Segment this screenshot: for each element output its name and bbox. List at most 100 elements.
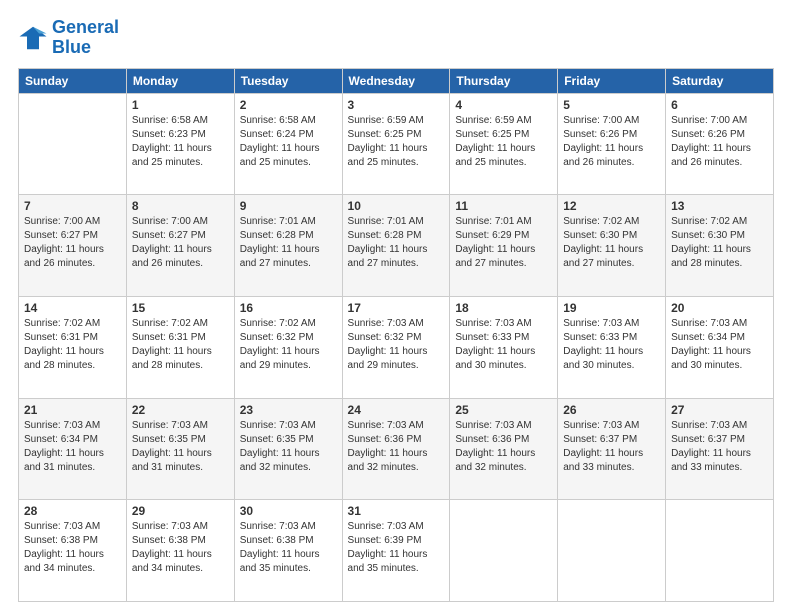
day-number: 6 bbox=[671, 98, 768, 112]
day-cell: 7 Sunrise: 7:00 AMSunset: 6:27 PMDayligh… bbox=[19, 195, 127, 297]
day-info: Sunrise: 7:03 AMSunset: 6:38 PMDaylight:… bbox=[24, 520, 121, 576]
day-number: 13 bbox=[671, 199, 768, 213]
day-cell: 26 Sunrise: 7:03 AMSunset: 6:37 PMDaylig… bbox=[558, 398, 666, 500]
day-info: Sunrise: 7:03 AMSunset: 6:35 PMDaylight:… bbox=[132, 419, 229, 475]
day-info: Sunrise: 6:58 AMSunset: 6:24 PMDaylight:… bbox=[240, 114, 337, 170]
day-cell: 24 Sunrise: 7:03 AMSunset: 6:36 PMDaylig… bbox=[342, 398, 450, 500]
day-cell: 23 Sunrise: 7:03 AMSunset: 6:35 PMDaylig… bbox=[234, 398, 342, 500]
day-info: Sunrise: 7:03 AMSunset: 6:34 PMDaylight:… bbox=[671, 317, 768, 373]
calendar-header-row: SundayMondayTuesdayWednesdayThursdayFrid… bbox=[19, 68, 774, 93]
week-row-3: 14 Sunrise: 7:02 AMSunset: 6:31 PMDaylig… bbox=[19, 296, 774, 398]
week-row-4: 21 Sunrise: 7:03 AMSunset: 6:34 PMDaylig… bbox=[19, 398, 774, 500]
day-number: 1 bbox=[132, 98, 229, 112]
day-number: 11 bbox=[455, 199, 552, 213]
day-info: Sunrise: 6:59 AMSunset: 6:25 PMDaylight:… bbox=[455, 114, 552, 170]
day-number: 12 bbox=[563, 199, 660, 213]
day-number: 9 bbox=[240, 199, 337, 213]
day-cell: 9 Sunrise: 7:01 AMSunset: 6:28 PMDayligh… bbox=[234, 195, 342, 297]
day-info: Sunrise: 7:02 AMSunset: 6:31 PMDaylight:… bbox=[132, 317, 229, 373]
day-number: 19 bbox=[563, 301, 660, 315]
day-cell: 19 Sunrise: 7:03 AMSunset: 6:33 PMDaylig… bbox=[558, 296, 666, 398]
day-info: Sunrise: 7:00 AMSunset: 6:27 PMDaylight:… bbox=[132, 215, 229, 271]
logo-text: GeneralBlue bbox=[52, 18, 119, 58]
day-number: 18 bbox=[455, 301, 552, 315]
day-number: 21 bbox=[24, 403, 121, 417]
day-info: Sunrise: 7:03 AMSunset: 6:33 PMDaylight:… bbox=[455, 317, 552, 373]
day-info: Sunrise: 7:01 AMSunset: 6:28 PMDaylight:… bbox=[240, 215, 337, 271]
day-number: 25 bbox=[455, 403, 552, 417]
day-cell: 11 Sunrise: 7:01 AMSunset: 6:29 PMDaylig… bbox=[450, 195, 558, 297]
week-row-1: 1 Sunrise: 6:58 AMSunset: 6:23 PMDayligh… bbox=[19, 93, 774, 195]
day-info: Sunrise: 7:02 AMSunset: 6:32 PMDaylight:… bbox=[240, 317, 337, 373]
day-cell: 3 Sunrise: 6:59 AMSunset: 6:25 PMDayligh… bbox=[342, 93, 450, 195]
day-number: 30 bbox=[240, 504, 337, 518]
calendar-table: SundayMondayTuesdayWednesdayThursdayFrid… bbox=[18, 68, 774, 602]
day-cell: 20 Sunrise: 7:03 AMSunset: 6:34 PMDaylig… bbox=[666, 296, 774, 398]
day-number: 7 bbox=[24, 199, 121, 213]
header-tuesday: Tuesday bbox=[234, 68, 342, 93]
day-info: Sunrise: 7:03 AMSunset: 6:32 PMDaylight:… bbox=[348, 317, 445, 373]
day-number: 29 bbox=[132, 504, 229, 518]
day-cell: 18 Sunrise: 7:03 AMSunset: 6:33 PMDaylig… bbox=[450, 296, 558, 398]
day-number: 3 bbox=[348, 98, 445, 112]
day-number: 23 bbox=[240, 403, 337, 417]
day-info: Sunrise: 7:03 AMSunset: 6:36 PMDaylight:… bbox=[348, 419, 445, 475]
day-info: Sunrise: 7:03 AMSunset: 6:33 PMDaylight:… bbox=[563, 317, 660, 373]
header: GeneralBlue bbox=[18, 18, 774, 58]
day-cell bbox=[19, 93, 127, 195]
day-number: 16 bbox=[240, 301, 337, 315]
day-cell bbox=[450, 500, 558, 602]
day-number: 2 bbox=[240, 98, 337, 112]
day-info: Sunrise: 7:01 AMSunset: 6:29 PMDaylight:… bbox=[455, 215, 552, 271]
day-info: Sunrise: 7:00 AMSunset: 6:27 PMDaylight:… bbox=[24, 215, 121, 271]
day-cell: 17 Sunrise: 7:03 AMSunset: 6:32 PMDaylig… bbox=[342, 296, 450, 398]
day-cell: 1 Sunrise: 6:58 AMSunset: 6:23 PMDayligh… bbox=[126, 93, 234, 195]
day-cell: 31 Sunrise: 7:03 AMSunset: 6:39 PMDaylig… bbox=[342, 500, 450, 602]
day-number: 10 bbox=[348, 199, 445, 213]
day-cell: 25 Sunrise: 7:03 AMSunset: 6:36 PMDaylig… bbox=[450, 398, 558, 500]
day-cell: 21 Sunrise: 7:03 AMSunset: 6:34 PMDaylig… bbox=[19, 398, 127, 500]
header-friday: Friday bbox=[558, 68, 666, 93]
day-cell: 13 Sunrise: 7:02 AMSunset: 6:30 PMDaylig… bbox=[666, 195, 774, 297]
header-wednesday: Wednesday bbox=[342, 68, 450, 93]
page: GeneralBlue SundayMondayTuesdayWednesday… bbox=[0, 0, 792, 612]
day-cell: 15 Sunrise: 7:02 AMSunset: 6:31 PMDaylig… bbox=[126, 296, 234, 398]
day-number: 15 bbox=[132, 301, 229, 315]
day-cell: 12 Sunrise: 7:02 AMSunset: 6:30 PMDaylig… bbox=[558, 195, 666, 297]
day-cell: 5 Sunrise: 7:00 AMSunset: 6:26 PMDayligh… bbox=[558, 93, 666, 195]
day-info: Sunrise: 7:02 AMSunset: 6:30 PMDaylight:… bbox=[563, 215, 660, 271]
header-thursday: Thursday bbox=[450, 68, 558, 93]
day-info: Sunrise: 7:02 AMSunset: 6:30 PMDaylight:… bbox=[671, 215, 768, 271]
day-cell: 4 Sunrise: 6:59 AMSunset: 6:25 PMDayligh… bbox=[450, 93, 558, 195]
day-info: Sunrise: 6:59 AMSunset: 6:25 PMDaylight:… bbox=[348, 114, 445, 170]
week-row-5: 28 Sunrise: 7:03 AMSunset: 6:38 PMDaylig… bbox=[19, 500, 774, 602]
day-number: 20 bbox=[671, 301, 768, 315]
day-number: 26 bbox=[563, 403, 660, 417]
day-info: Sunrise: 7:03 AMSunset: 6:35 PMDaylight:… bbox=[240, 419, 337, 475]
header-sunday: Sunday bbox=[19, 68, 127, 93]
day-info: Sunrise: 7:00 AMSunset: 6:26 PMDaylight:… bbox=[671, 114, 768, 170]
day-number: 22 bbox=[132, 403, 229, 417]
day-cell: 6 Sunrise: 7:00 AMSunset: 6:26 PMDayligh… bbox=[666, 93, 774, 195]
day-number: 4 bbox=[455, 98, 552, 112]
day-cell: 28 Sunrise: 7:03 AMSunset: 6:38 PMDaylig… bbox=[19, 500, 127, 602]
day-cell bbox=[666, 500, 774, 602]
day-number: 27 bbox=[671, 403, 768, 417]
day-info: Sunrise: 7:03 AMSunset: 6:38 PMDaylight:… bbox=[132, 520, 229, 576]
day-cell: 14 Sunrise: 7:02 AMSunset: 6:31 PMDaylig… bbox=[19, 296, 127, 398]
header-monday: Monday bbox=[126, 68, 234, 93]
logo-icon bbox=[18, 23, 48, 53]
day-info: Sunrise: 7:03 AMSunset: 6:36 PMDaylight:… bbox=[455, 419, 552, 475]
day-cell: 27 Sunrise: 7:03 AMSunset: 6:37 PMDaylig… bbox=[666, 398, 774, 500]
day-info: Sunrise: 7:03 AMSunset: 6:38 PMDaylight:… bbox=[240, 520, 337, 576]
day-info: Sunrise: 7:03 AMSunset: 6:39 PMDaylight:… bbox=[348, 520, 445, 576]
day-cell bbox=[558, 500, 666, 602]
day-cell: 8 Sunrise: 7:00 AMSunset: 6:27 PMDayligh… bbox=[126, 195, 234, 297]
day-number: 5 bbox=[563, 98, 660, 112]
day-info: Sunrise: 6:58 AMSunset: 6:23 PMDaylight:… bbox=[132, 114, 229, 170]
day-cell: 29 Sunrise: 7:03 AMSunset: 6:38 PMDaylig… bbox=[126, 500, 234, 602]
day-cell: 30 Sunrise: 7:03 AMSunset: 6:38 PMDaylig… bbox=[234, 500, 342, 602]
day-info: Sunrise: 7:00 AMSunset: 6:26 PMDaylight:… bbox=[563, 114, 660, 170]
header-saturday: Saturday bbox=[666, 68, 774, 93]
day-cell: 10 Sunrise: 7:01 AMSunset: 6:28 PMDaylig… bbox=[342, 195, 450, 297]
